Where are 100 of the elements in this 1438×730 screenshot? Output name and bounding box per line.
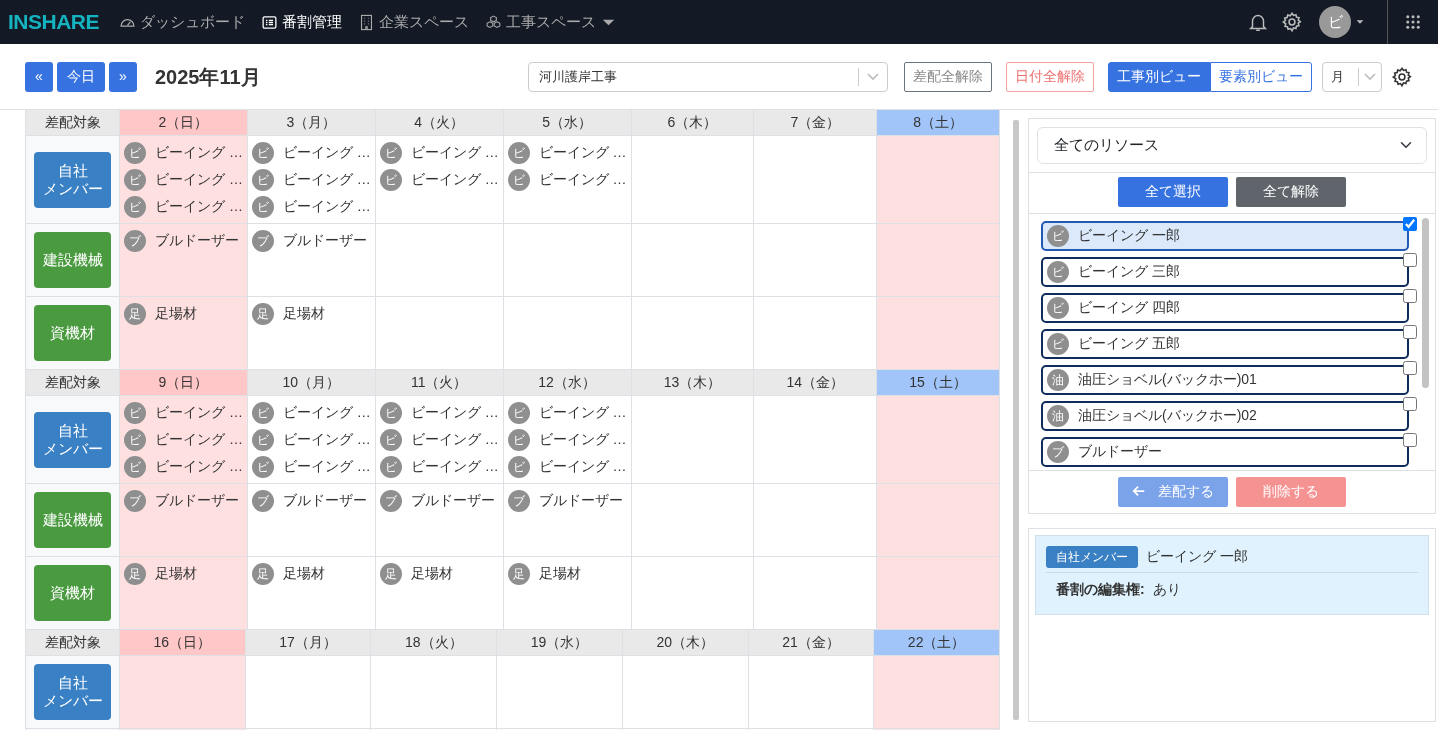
day-cell[interactable] [245, 656, 372, 729]
settings-icon[interactable] [1281, 11, 1303, 33]
day-cell[interactable]: ブ ブルドーザー [247, 484, 376, 557]
resource-name[interactable]: 足場材 [282, 303, 325, 324]
day-cell[interactable]: ブ ブルドーザー [120, 484, 248, 557]
view-tab[interactable]: 工事別ビュー [1108, 61, 1210, 92]
category-button[interactable]: 資機材 [34, 305, 111, 361]
resource-name[interactable]: ブルドーザー [282, 230, 367, 251]
resource-name[interactable]: ビーイング … [155, 456, 243, 477]
day-cell[interactable] [120, 656, 246, 729]
resource-name[interactable]: ビーイング … [538, 429, 627, 450]
category-button[interactable]: 自社メンバー [34, 411, 111, 468]
day-cell[interactable] [631, 484, 755, 557]
nav-link[interactable]: 番割管理 [261, 10, 342, 34]
resource-name[interactable]: ビーイング … [282, 142, 371, 163]
resource-name[interactable]: ビーイング … [282, 169, 371, 190]
resource-name[interactable]: ブルドーザー [155, 490, 239, 511]
toolbar-button[interactable]: 差配全解除 [904, 61, 992, 92]
resource-item[interactable]: ブ ブルドーザー [1041, 436, 1409, 467]
checkbox[interactable] [1403, 216, 1417, 231]
project-select[interactable]: 河川護岸工事 [528, 61, 888, 92]
day-cell[interactable]: ビ ビーイング … ビ ビーイング … [375, 136, 504, 224]
resource-item[interactable]: ビ ビーイング 五郎 [1041, 328, 1409, 359]
resource-name[interactable]: ブルドーザー [155, 230, 239, 251]
category-button[interactable]: 建設機械 [34, 232, 111, 288]
resource-name[interactable]: 足場材 [155, 563, 197, 584]
resource-name[interactable]: ビーイング … [282, 196, 371, 217]
day-cell[interactable]: ビ ビーイング … ビ ビーイング … ビ ビーイング … [247, 136, 376, 224]
resource-name[interactable]: ビーイング … [155, 402, 243, 423]
day-cell[interactable] [877, 484, 1000, 557]
category-button[interactable]: 自社メンバー [34, 664, 111, 720]
day-cell[interactable] [631, 224, 755, 297]
resource-item[interactable]: ビ ビーイング 三郎 [1041, 256, 1409, 287]
resource-name[interactable]: 足場材 [282, 563, 325, 584]
resource-filter-select[interactable]: 全てのリソース [1037, 127, 1427, 164]
apps-grid-icon[interactable] [1404, 13, 1422, 31]
day-cell[interactable]: ビ ビーイング … ビ ビーイング … ビ ビーイング … [120, 396, 248, 484]
resource-name[interactable]: ビーイング … [538, 402, 627, 423]
day-cell[interactable] [375, 224, 504, 297]
resource-name[interactable]: ビーイング … [410, 456, 499, 477]
clear-all-button[interactable]: 全て解除 [1236, 176, 1346, 207]
select-all-button[interactable]: 全て選択 [1118, 176, 1228, 207]
resource-name[interactable]: ビーイング … [155, 142, 243, 163]
day-cell[interactable] [877, 224, 1000, 297]
resource-name[interactable]: ビーイング … [538, 456, 627, 477]
resource-item[interactable]: ビ ビーイング 一郎 [1041, 220, 1409, 251]
day-cell[interactable] [877, 136, 1000, 224]
checkbox[interactable] [1403, 252, 1417, 267]
period-select[interactable]: 月 [1322, 61, 1382, 92]
day-cell[interactable] [877, 396, 1000, 484]
nav-link[interactable]: 工事スペース [485, 10, 617, 34]
resource-name[interactable]: 足場材 [410, 563, 453, 584]
resource-name[interactable]: ビーイング … [538, 142, 627, 163]
day-cell[interactable]: ブ ブルドーザー [120, 224, 248, 297]
checkbox[interactable] [1403, 324, 1417, 339]
category-button[interactable]: 資機材 [34, 565, 111, 621]
logo[interactable]: INSHARE [8, 6, 99, 38]
day-cell[interactable] [503, 224, 632, 297]
next-button[interactable]: » [109, 61, 137, 92]
resource-name[interactable]: ビーイング … [155, 429, 243, 450]
resource-name[interactable]: 足場材 [538, 563, 581, 584]
resource-name[interactable]: ビーイング … [155, 169, 243, 190]
resource-name[interactable]: ブルドーザー [282, 490, 367, 511]
day-cell[interactable]: ビ ビーイング … ビ ビーイング … ビ ビーイング … [503, 396, 632, 484]
day-cell[interactable]: ビ ビーイング … ビ ビーイング … [503, 136, 632, 224]
resource-name[interactable]: ビーイング … [155, 196, 243, 217]
day-cell[interactable]: 足 足場材 [120, 297, 248, 370]
category-button[interactable]: 自社メンバー [34, 151, 111, 208]
resource-name[interactable]: ビーイング … [282, 402, 371, 423]
day-cell[interactable] [371, 656, 498, 729]
resource-name[interactable]: ビーイング … [538, 169, 627, 190]
category-button[interactable]: 建設機械 [34, 492, 111, 548]
today-button[interactable]: 今日 [57, 61, 105, 92]
day-cell[interactable] [497, 656, 623, 729]
checkbox[interactable] [1403, 396, 1417, 411]
list-scrollbar[interactable] [1422, 217, 1429, 388]
previous-button[interactable]: « [25, 61, 53, 92]
resource-name[interactable]: ブルドーザー [410, 490, 495, 511]
resource-item[interactable]: 油 油圧ショベル(バックホー)01 [1041, 364, 1409, 395]
day-cell[interactable]: ビ ビーイング … ビ ビーイング … ビ ビーイング … [247, 396, 376, 484]
day-cell[interactable]: ブ ブルドーザー [247, 224, 376, 297]
resource-name[interactable]: 足場材 [155, 303, 197, 324]
nav-link[interactable]: 企業スペース [358, 10, 469, 34]
resource-name[interactable]: ビーイング … [410, 142, 499, 163]
view-tab[interactable]: 要素別ビュー [1210, 61, 1312, 92]
scrollbar[interactable] [1013, 120, 1019, 720]
resource-item[interactable]: 油 油圧ショベル(バックホー)02 [1041, 400, 1409, 431]
day-cell[interactable]: ビ ビーイング … ビ ビーイング … ビ ビーイング … [120, 136, 248, 224]
day-cell[interactable] [877, 297, 1000, 370]
checkbox[interactable] [1403, 288, 1417, 303]
day-cell[interactable]: ビ ビーイング … ビ ビーイング … ビ ビーイング … [375, 396, 504, 484]
day-cell[interactable]: ブ ブルドーザー [503, 484, 632, 557]
day-cell[interactable] [874, 656, 1000, 729]
day-cell[interactable] [877, 557, 1000, 630]
resource-item[interactable]: ビ ビーイング 四郎 [1041, 292, 1409, 323]
checkbox[interactable] [1403, 360, 1417, 375]
nav-link[interactable]: ダッシュボード [119, 10, 245, 34]
day-cell[interactable] [631, 396, 755, 484]
day-cell[interactable] [622, 656, 749, 729]
resource-name[interactable]: ビーイング … [282, 456, 371, 477]
